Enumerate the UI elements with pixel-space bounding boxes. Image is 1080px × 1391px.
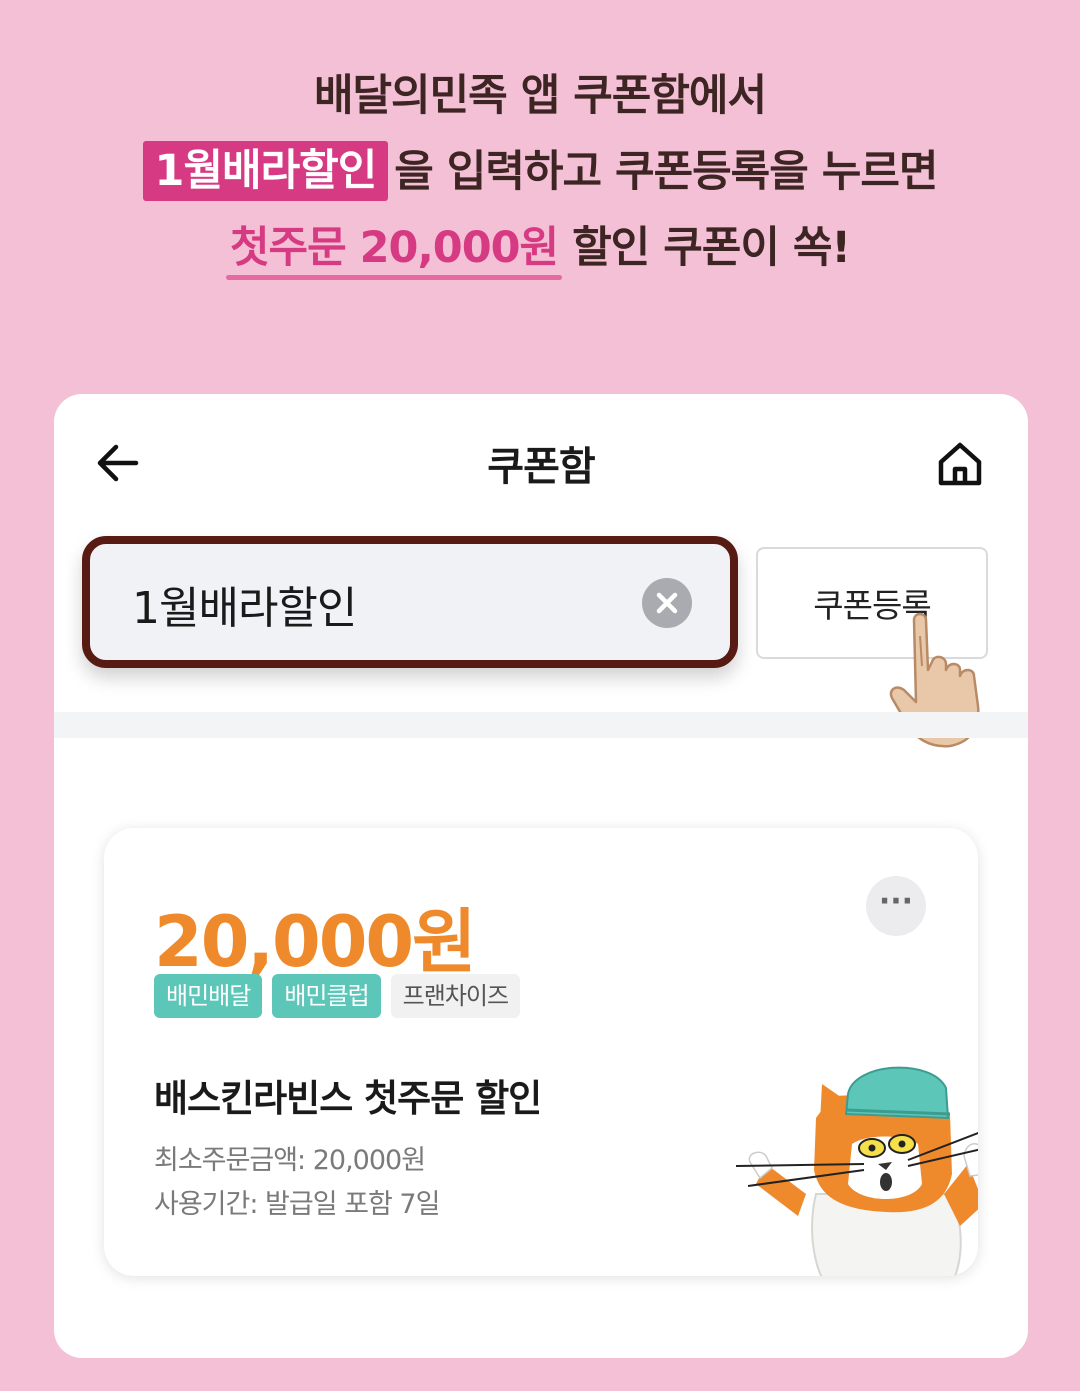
- more-dots-icon: ···: [878, 884, 914, 919]
- coupon-box-screen: 쿠폰함 쿠폰등록 20,000원 ··· 배민배달 배민클럽: [54, 394, 1028, 1358]
- tag-franchise: 프랜차이즈: [390, 974, 521, 1018]
- promo-line-3: 첫주문 20,000원 할인 쿠폰이 쏙!: [0, 210, 1080, 286]
- promo-headline: 배달의민족 앱 쿠폰함에서 1월배라할인 을 입력하고 쿠폰등록을 누르면 첫주문…: [0, 58, 1080, 286]
- coupon-min-order: 최소주문금액: 20,000원: [154, 1145, 426, 1176]
- coupon-code-field: [82, 536, 738, 668]
- promo-line-2-text: 을 입력하고 쿠폰등록을 누르면: [394, 147, 938, 197]
- coupon-tags: 배민배달 배민클럽 프랜차이즈: [154, 974, 521, 1018]
- page-title: 쿠폰함: [487, 444, 595, 490]
- coupon-card[interactable]: 20,000원 ··· 배민배달 배민클럽 프랜차이즈 배스킨라빈스 첫주문 할…: [104, 828, 978, 1276]
- more-options-button[interactable]: ···: [866, 876, 926, 936]
- coupon-name: 배스킨라빈스 첫주문 할인: [154, 1077, 542, 1120]
- section-divider: [54, 712, 1028, 738]
- coupon-period: 사용기간: 발급일 포함 7일: [154, 1189, 440, 1220]
- clear-input-button[interactable]: [642, 578, 692, 628]
- home-button[interactable]: [934, 438, 986, 490]
- tag-baemin-delivery: 배민배달: [154, 974, 263, 1018]
- close-circle-icon: [656, 592, 678, 614]
- coupon-code-input[interactable]: [132, 576, 632, 632]
- coupon-amount: 20,000원: [154, 901, 477, 983]
- app-bar: 쿠폰함: [54, 394, 1028, 530]
- promo-line-3-text: 할인 쿠폰이 쏙!: [572, 223, 851, 273]
- promo-line-2: 1월배라할인 을 입력하고 쿠폰등록을 누르면: [0, 134, 1080, 210]
- cat-mascot-illustration: [736, 1066, 978, 1276]
- promo-code-chip: 1월배라할인: [142, 140, 389, 201]
- home-icon: [938, 442, 982, 486]
- promo-highlight: 첫주문 20,000원: [225, 210, 563, 286]
- tag-baemin-club: 배민클럽: [272, 974, 381, 1018]
- promo-line-1: 배달의민족 앱 쿠폰함에서: [313, 71, 767, 121]
